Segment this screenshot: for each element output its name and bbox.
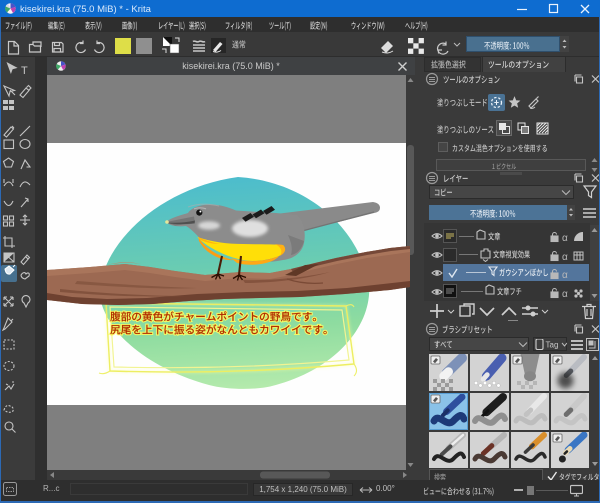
svg-text:α: α [562,252,568,262]
svg-text:α: α [562,233,568,243]
svg-text:Tag: Tag [546,341,559,350]
svg-text:α: α [562,270,568,280]
svg-text:α: α [562,289,568,299]
svg-text:T: T [21,65,28,77]
